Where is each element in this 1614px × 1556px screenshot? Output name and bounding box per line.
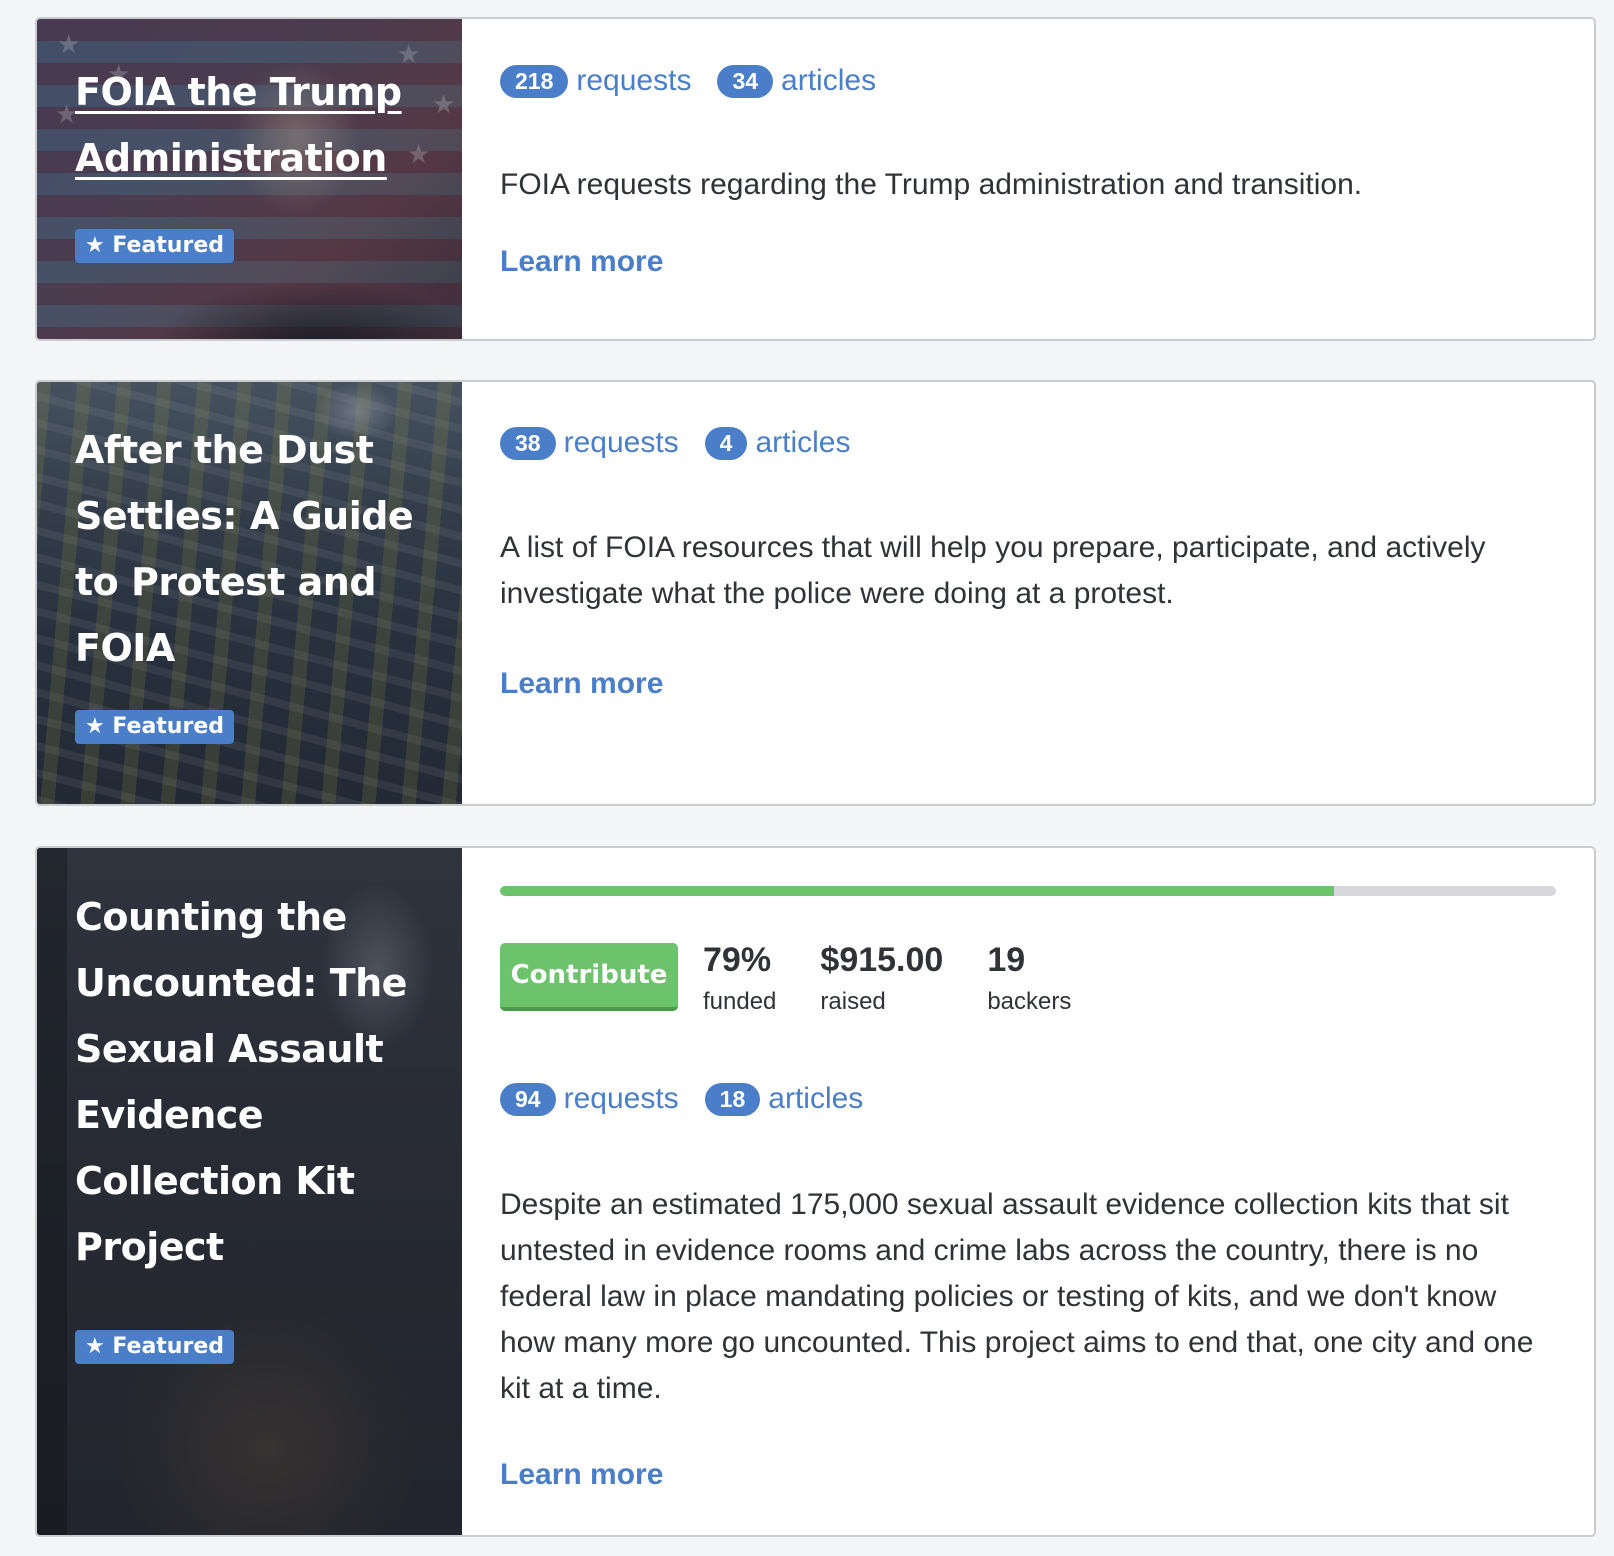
articles-link[interactable]: 18 articles [704, 1082, 864, 1116]
funded-label: funded [703, 988, 777, 1015]
requests-label: requests [563, 1082, 679, 1115]
articles-label: articles [781, 64, 877, 97]
requests-count-badge: 38 [500, 426, 556, 460]
project-stats: 94 requests 18 articles [500, 1082, 889, 1116]
backers-label: backers [987, 988, 1072, 1015]
requests-link[interactable]: 38 requests [500, 426, 679, 460]
requests-label: requests [563, 426, 679, 459]
articles-link[interactable]: 4 articles [704, 426, 851, 460]
learn-more-link[interactable]: Learn more [500, 1458, 663, 1492]
requests-link[interactable]: 218 requests [500, 64, 691, 98]
backers-value: 19 [987, 941, 1026, 979]
project-card: ★ ★ ★ ★ ★ ★ FOIA the Trump Administratio… [35, 17, 1596, 341]
raised-label: raised [820, 988, 886, 1015]
project-title-link[interactable]: After the Dust Settles: A Guide to Prote… [75, 417, 432, 681]
project-stats: 38 requests 4 articles [500, 426, 877, 460]
funding-progress-bar [500, 886, 1556, 896]
requests-count-badge: 94 [500, 1082, 556, 1116]
project-body: 38 requests 4 articles A list of FOIA re… [500, 382, 1556, 804]
project-title-link[interactable]: FOIA the Trump Administration [75, 59, 432, 191]
articles-label: articles [768, 1082, 864, 1115]
requests-link[interactable]: 94 requests [500, 1082, 679, 1116]
requests-label: requests [576, 64, 692, 97]
requests-count-badge: 218 [500, 64, 569, 98]
project-card: Counting the Uncounted: The Sexual Assau… [35, 846, 1596, 1537]
funded-stat: 79% funded [703, 938, 776, 1020]
articles-count-badge: 34 [717, 64, 774, 98]
learn-more-link[interactable]: Learn more [500, 245, 663, 279]
featured-badge: ★ Featured [75, 1330, 234, 1364]
raised-value: $915.00 [820, 941, 944, 979]
articles-link[interactable]: 34 articles [717, 64, 876, 98]
contribute-button[interactable]: Contribute [500, 943, 678, 1011]
funded-value: 79% [703, 941, 772, 979]
project-description: Despite an estimated 175,000 sexual assa… [500, 1188, 1534, 1405]
project-body: Contribute 79% funded $915.00 raised 19 … [500, 848, 1556, 1535]
project-stats: 218 requests 34 articles [500, 64, 902, 98]
articles-count-badge: 4 [704, 426, 748, 460]
articles-label: articles [755, 426, 851, 459]
raised-stat: $915.00 raised [820, 938, 943, 1020]
featured-badge: ★ Featured [75, 710, 234, 744]
project-body: 218 requests 34 articles FOIA requests r… [500, 19, 1556, 339]
project-image[interactable]: ★ ★ ★ ★ ★ ★ FOIA the Trump Administratio… [37, 19, 462, 339]
funding-stats: 79% funded $915.00 raised 19 backers [703, 938, 1115, 1020]
project-description: A list of FOIA resources that will help … [500, 531, 1486, 610]
backers-stat: 19 backers [987, 938, 1071, 1020]
project-image[interactable]: After the Dust Settles: A Guide to Prote… [37, 382, 462, 804]
project-description: FOIA requests regarding the Trump admini… [500, 168, 1363, 201]
project-title-link[interactable]: Counting the Uncounted: The Sexual Assau… [75, 884, 432, 1280]
funding-progress-fill [500, 886, 1335, 896]
project-card: After the Dust Settles: A Guide to Prote… [35, 380, 1596, 806]
project-image[interactable]: Counting the Uncounted: The Sexual Assau… [37, 848, 462, 1535]
learn-more-link[interactable]: Learn more [500, 667, 663, 701]
featured-badge: ★ Featured [75, 229, 234, 263]
articles-count-badge: 18 [704, 1082, 761, 1116]
